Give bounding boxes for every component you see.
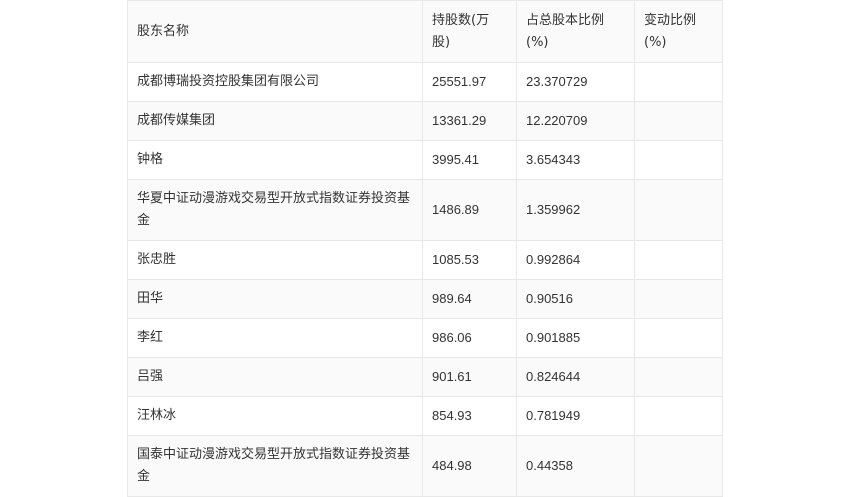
cell-name: 李红 [127, 318, 423, 358]
cell-change [634, 318, 723, 358]
cell-shares: 484.98 [422, 435, 517, 497]
cell-shares: 1085.53 [422, 240, 517, 280]
table-row: 吕强 901.61 0.824644 [127, 357, 723, 397]
cell-ratio: 0.824644 [516, 357, 635, 397]
header-ratio: 占总股本比例(%) [516, 0, 635, 63]
cell-name: 田华 [127, 279, 423, 319]
cell-name: 张忠胜 [127, 240, 423, 280]
cell-change [634, 101, 723, 141]
cell-change [634, 435, 723, 497]
cell-name: 成都传媒集团 [127, 101, 423, 141]
shareholder-table: 股东名称 持股数(万股) 占总股本比例(%) 变动比例(%) 成都博瑞投资控股集… [127, 0, 723, 497]
table-row: 成都博瑞投资控股集团有限公司 25551.97 23.370729 [127, 62, 723, 102]
cell-shares: 1486.89 [422, 179, 517, 241]
cell-name: 吕强 [127, 357, 423, 397]
cell-change [634, 62, 723, 102]
cell-name: 华夏中证动漫游戏交易型开放式指数证券投资基金 [127, 179, 423, 241]
table-row: 汪林冰 854.93 0.781949 [127, 396, 723, 436]
cell-ratio: 12.220709 [516, 101, 635, 141]
table-header-row: 股东名称 持股数(万股) 占总股本比例(%) 变动比例(%) [127, 0, 723, 63]
table-row: 华夏中证动漫游戏交易型开放式指数证券投资基金 1486.89 1.359962 [127, 179, 723, 241]
cell-change [634, 140, 723, 180]
header-change: 变动比例(%) [634, 0, 723, 63]
table-row: 钟格 3995.41 3.654343 [127, 140, 723, 180]
cell-name: 成都博瑞投资控股集团有限公司 [127, 62, 423, 102]
cell-ratio: 0.44358 [516, 435, 635, 497]
cell-ratio: 0.901885 [516, 318, 635, 358]
cell-change [634, 357, 723, 397]
table-row: 国泰中证动漫游戏交易型开放式指数证券投资基金 484.98 0.44358 [127, 435, 723, 497]
cell-change [634, 240, 723, 280]
table-row: 成都传媒集团 13361.29 12.220709 [127, 101, 723, 141]
table-row: 田华 989.64 0.90516 [127, 279, 723, 319]
cell-ratio: 0.90516 [516, 279, 635, 319]
table-row: 李红 986.06 0.901885 [127, 318, 723, 358]
cell-ratio: 0.781949 [516, 396, 635, 436]
cell-change [634, 179, 723, 241]
cell-name: 国泰中证动漫游戏交易型开放式指数证券投资基金 [127, 435, 423, 497]
cell-shares: 901.61 [422, 357, 517, 397]
shareholder-table-container: 股东名称 持股数(万股) 占总股本比例(%) 变动比例(%) 成都博瑞投资控股集… [127, 0, 723, 497]
cell-ratio: 23.370729 [516, 62, 635, 102]
cell-shares: 854.93 [422, 396, 517, 436]
header-shareholder-name: 股东名称 [127, 0, 423, 63]
cell-shares: 25551.97 [422, 62, 517, 102]
cell-shares: 13361.29 [422, 101, 517, 141]
table-row: 张忠胜 1085.53 0.992864 [127, 240, 723, 280]
cell-change [634, 396, 723, 436]
cell-change [634, 279, 723, 319]
cell-ratio: 1.359962 [516, 179, 635, 241]
cell-shares: 989.64 [422, 279, 517, 319]
cell-ratio: 3.654343 [516, 140, 635, 180]
cell-shares: 3995.41 [422, 140, 517, 180]
cell-name: 汪林冰 [127, 396, 423, 436]
header-shares: 持股数(万股) [422, 0, 517, 63]
cell-shares: 986.06 [422, 318, 517, 358]
cell-ratio: 0.992864 [516, 240, 635, 280]
cell-name: 钟格 [127, 140, 423, 180]
